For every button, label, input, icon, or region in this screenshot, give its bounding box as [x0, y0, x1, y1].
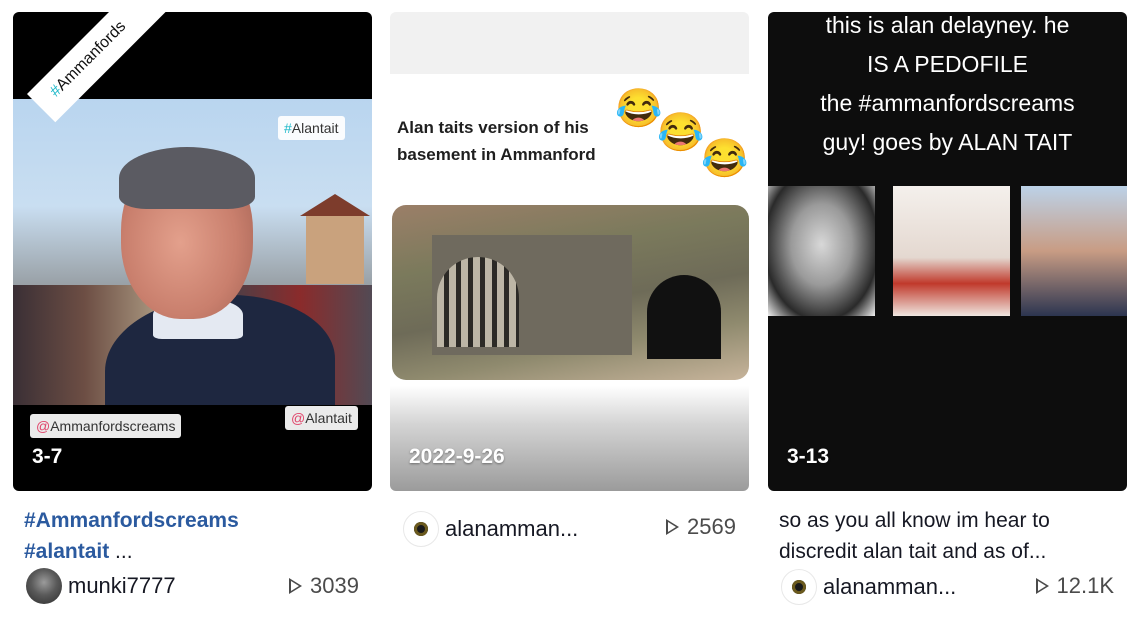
post-date: 3-13 — [787, 445, 830, 468]
laughing-emoji-icon: 😂 — [657, 112, 705, 154]
author-link[interactable]: alanamman... — [781, 569, 956, 605]
video-thumbnail[interactable]: #Ammanfords #Alantait @Ammanfordscreams … — [13, 12, 372, 491]
video-description: #Ammanfordscreams #alantait ... — [24, 509, 239, 563]
mention-sticker: @Alantait — [285, 406, 358, 430]
view-count: 12.1K — [1035, 573, 1114, 599]
view-count: 3039 — [289, 573, 359, 599]
author-name: alanamman... — [823, 574, 957, 599]
avatar — [26, 568, 62, 604]
thumbnail-caption: Alan taits version of his basement in Am… — [397, 118, 596, 164]
mention-sticker: @Ammanfordscreams — [30, 414, 182, 438]
play-icon — [666, 519, 680, 535]
photo-strip — [768, 186, 1127, 316]
post-date: 3-7 — [32, 445, 63, 468]
post-date: 2022-9-26 — [409, 445, 505, 468]
hashtag-sticker: #Alantait — [278, 116, 345, 140]
laughing-emoji-icon: 😂 — [615, 88, 663, 130]
hashtag-link[interactable]: #Ammanfordscreams — [24, 509, 239, 532]
play-icon — [1035, 578, 1049, 594]
laughing-emoji-icon: 😂 — [701, 138, 749, 180]
avatar — [403, 511, 439, 547]
author-link[interactable]: alanamman... — [403, 511, 578, 547]
thumbnail-overlay-text: this is alan delayney. he IS A PEDOFILE … — [820, 12, 1075, 155]
video-thumbnail[interactable]: this is alan delayney. he IS A PEDOFILE … — [768, 12, 1127, 491]
video-thumbnail[interactable]: Alan taits version of his basement in Am… — [390, 12, 749, 491]
author-link[interactable]: munki7777 — [26, 568, 176, 604]
hashtag-link[interactable]: #alantait — [24, 540, 109, 563]
avatar — [781, 569, 817, 605]
thumbnail-photo — [392, 205, 749, 380]
video-card-1[interactable]: #Ammanfords #Alantait @Ammanfordscreams … — [13, 12, 372, 620]
view-count: 2569 — [666, 514, 736, 540]
thumbnail-photo — [13, 99, 372, 405]
play-icon — [289, 578, 303, 594]
video-description: so as you all know im hear to discredit … — [779, 509, 1050, 563]
video-card-2[interactable]: Alan taits version of his basement in Am… — [390, 12, 749, 620]
author-name: munki7777 — [68, 573, 176, 598]
author-name: alanamman... — [445, 516, 579, 541]
video-card-3[interactable]: this is alan delayney. he IS A PEDOFILE … — [768, 12, 1127, 620]
